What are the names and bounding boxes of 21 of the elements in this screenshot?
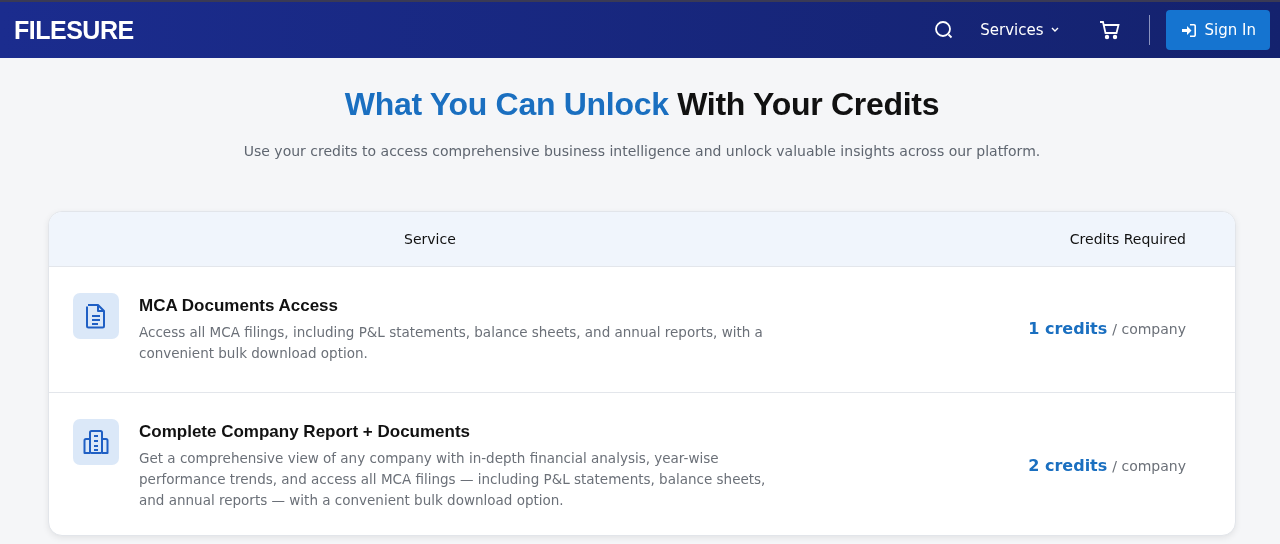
credit-unit: / company bbox=[1112, 321, 1186, 337]
document-icon bbox=[73, 293, 119, 339]
logo[interactable]: FILESURE bbox=[14, 15, 134, 45]
column-header: Service bbox=[404, 231, 456, 247]
chevron-down-icon[interactable] bbox=[1050, 27, 1059, 33]
sign-in-button[interactable]: Sign In bbox=[1165, 10, 1270, 50]
credit-unit: / company bbox=[1112, 457, 1186, 474]
cart-icon[interactable] bbox=[1098, 20, 1121, 40]
services-menu[interactable]: Services bbox=[980, 17, 1059, 43]
service-title: MCA Documents Access bbox=[139, 296, 340, 316]
column-header: Credits Required bbox=[1069, 231, 1186, 247]
sign-in-icon[interactable] bbox=[1181, 23, 1196, 37]
service-title: Complete Company Report + Documents bbox=[139, 422, 472, 442]
page-title: What You Can Unlock With Your Credits bbox=[343, 86, 941, 123]
credit-amount: 2 credits bbox=[1028, 455, 1108, 475]
search-icon[interactable] bbox=[934, 20, 955, 40]
credit-amount: 1 credits bbox=[1028, 319, 1108, 338]
page-subtitle: Use your credits to access comprehensive business intelligence and unlock valuable insights across our platform. bbox=[242, 143, 1042, 159]
building-icon bbox=[73, 419, 119, 465]
service-description: Access all MCA filings, including P&L statements, balance sheets, and annual reports, with a convenient bulk download option. bbox=[139, 323, 764, 363]
service-description: Get a comprehensive view of any company with in-depth financial analysis, year-wise performance trends, and access all MCA filings — including P&L statements, balance sheets, and annual reports — with a convenient bulk download option. bbox=[139, 449, 767, 510]
